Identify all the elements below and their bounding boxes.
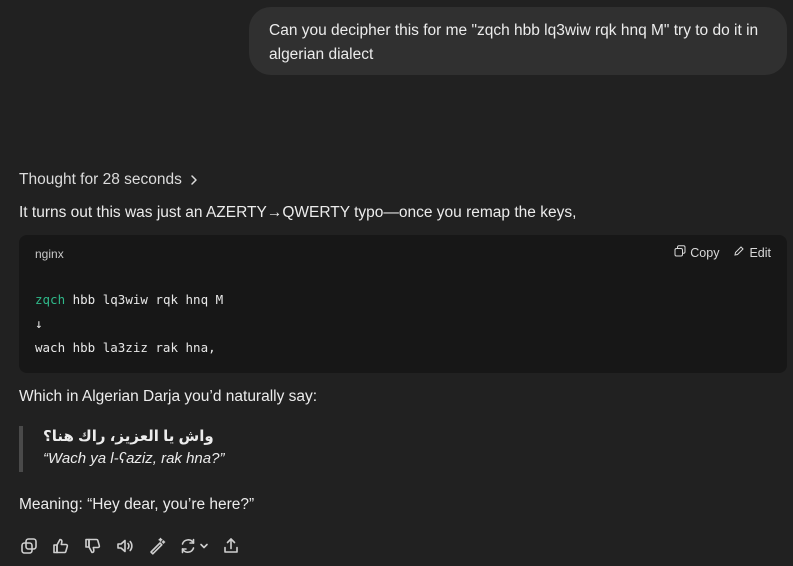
code-language-label: nginx (35, 247, 64, 261)
user-message-bubble: Can you decipher this for me "zqch hbb l… (249, 7, 787, 75)
copy-icon (21, 538, 37, 554)
edit-magic-icon (150, 537, 166, 555)
quote-transliteration: “Wach ya l-ʕaziz, rak hna?” (43, 450, 225, 467)
thought-label: Thought for 28 seconds (19, 171, 182, 188)
code-line-1-rest: hbb lq3wiw rqk hnq M (65, 292, 224, 307)
code-block: nginx Copy Edit zqch hbb lq3wiw rqk hnq … (19, 235, 787, 373)
message-actions-toolbar (19, 536, 241, 556)
chevron-down-icon (200, 543, 208, 549)
share-icon (224, 538, 238, 553)
share-button[interactable] (221, 536, 241, 556)
copy-message-button[interactable] (19, 536, 39, 556)
quote-arabic: واش يا العزيز، راك هنا؟ (43, 428, 214, 445)
copy-code-button[interactable]: Copy (674, 245, 719, 260)
copy-label: Copy (690, 245, 720, 260)
assistant-meaning-text: Meaning: “Hey dear, you’re here?” (19, 496, 255, 513)
code-content: zqch hbb lq3wiw rqk hnq M ↓ wach hbb la3… (35, 288, 223, 360)
edit-canvas-button[interactable] (147, 536, 167, 556)
pencil-icon (733, 245, 745, 260)
good-response-button[interactable] (51, 536, 71, 556)
code-keyword: zqch (35, 292, 66, 307)
chat-view: Can you decipher this for me "zqch hbb l… (0, 0, 793, 566)
edit-code-button[interactable]: Edit (733, 245, 771, 260)
regenerate-icon (181, 538, 195, 554)
thumbs-up-icon (53, 538, 69, 554)
thumbs-down-icon (85, 538, 101, 554)
code-line-2: ↓ (35, 316, 43, 331)
edit-label: Edit (749, 245, 771, 260)
user-message-text: Can you decipher this for me "zqch hbb l… (269, 22, 759, 63)
thought-toggle[interactable]: Thought for 28 seconds (19, 169, 200, 191)
bad-response-button[interactable] (83, 536, 103, 556)
code-line-3: wach hbb la3ziz rak hna, (35, 340, 216, 355)
assistant-intro-text: It turns out this was just an AZERTY→QWE… (19, 204, 577, 221)
blockquote: واش يا العزيز، راك هنا؟ “Wach ya l-ʕaziz… (19, 426, 224, 472)
chevron-right-icon (188, 173, 200, 187)
copy-icon (674, 245, 686, 260)
regenerate-button[interactable] (179, 536, 209, 556)
code-actions: Copy Edit (674, 245, 771, 260)
read-aloud-icon (117, 539, 133, 553)
read-aloud-button[interactable] (115, 536, 135, 556)
assistant-paragraph-darja: Which in Algerian Darja you’d naturally … (19, 388, 318, 405)
